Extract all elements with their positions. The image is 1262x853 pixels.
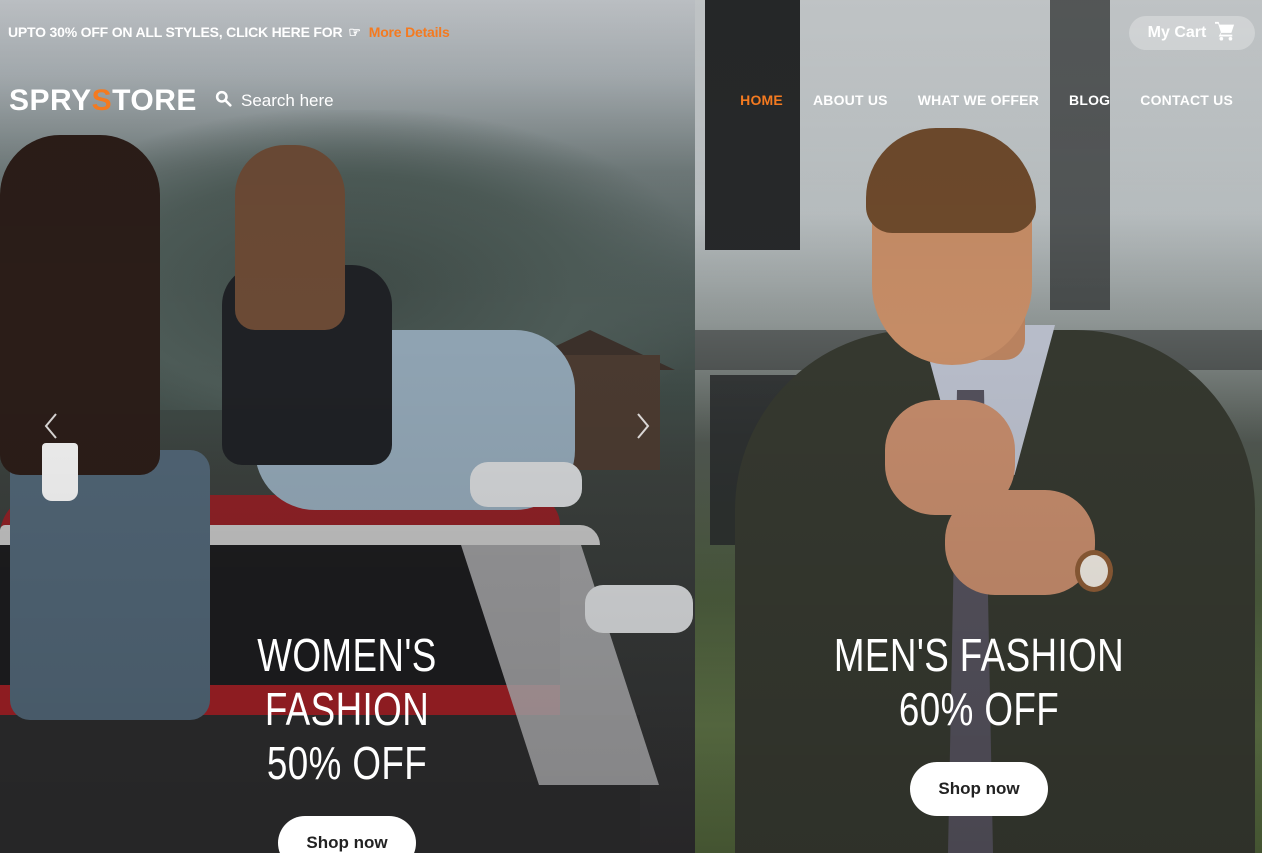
nav-blog[interactable]: BLOG — [1069, 92, 1110, 108]
search-box[interactable] — [215, 90, 381, 112]
nav-about-us[interactable]: ABOUT US — [813, 92, 888, 108]
my-cart-button[interactable]: My Cart — [1129, 16, 1255, 50]
cart-icon — [1214, 21, 1236, 46]
main-nav: HOME ABOUT US WHAT WE OFFER BLOG CONTACT… — [740, 92, 1233, 108]
more-details-link[interactable]: More Details — [369, 24, 450, 40]
promo-banner: UPTO 30% OFF ON ALL STYLES, CLICK HERE F… — [8, 24, 450, 41]
carousel-next-icon[interactable] — [636, 412, 650, 440]
women-fashion-title: WOMEN'S FASHION — [257, 629, 437, 735]
promo-text: UPTO 30% OFF ON ALL STYLES, CLICK HERE F… — [8, 24, 343, 40]
men-fashion-discount: 60% OFF — [898, 683, 1060, 735]
nav-home[interactable]: HOME — [740, 92, 783, 108]
cart-label: My Cart — [1147, 24, 1207, 41]
site-logo[interactable]: SPRYSTORE — [9, 84, 197, 118]
men-fashion-promo: MEN'S FASHION 60% OFF Shop now — [779, 628, 1179, 816]
men-fashion-title: MEN'S FASHION — [833, 629, 1125, 681]
nav-what-we-offer[interactable]: WHAT WE OFFER — [918, 92, 1039, 108]
shop-now-women-button[interactable]: Shop now — [278, 816, 416, 853]
pointing-hand-icon: ☞ — [348, 24, 361, 40]
nav-contact-us[interactable]: CONTACT US — [1140, 92, 1233, 108]
carousel-prev-icon[interactable] — [44, 412, 58, 440]
women-fashion-promo: WOMEN'S FASHION 50% OFF Shop now — [147, 628, 547, 853]
search-input[interactable] — [241, 91, 381, 111]
search-icon[interactable] — [215, 90, 232, 112]
shop-now-men-button[interactable]: Shop now — [910, 762, 1048, 816]
women-fashion-discount: 50% OFF — [266, 737, 428, 789]
